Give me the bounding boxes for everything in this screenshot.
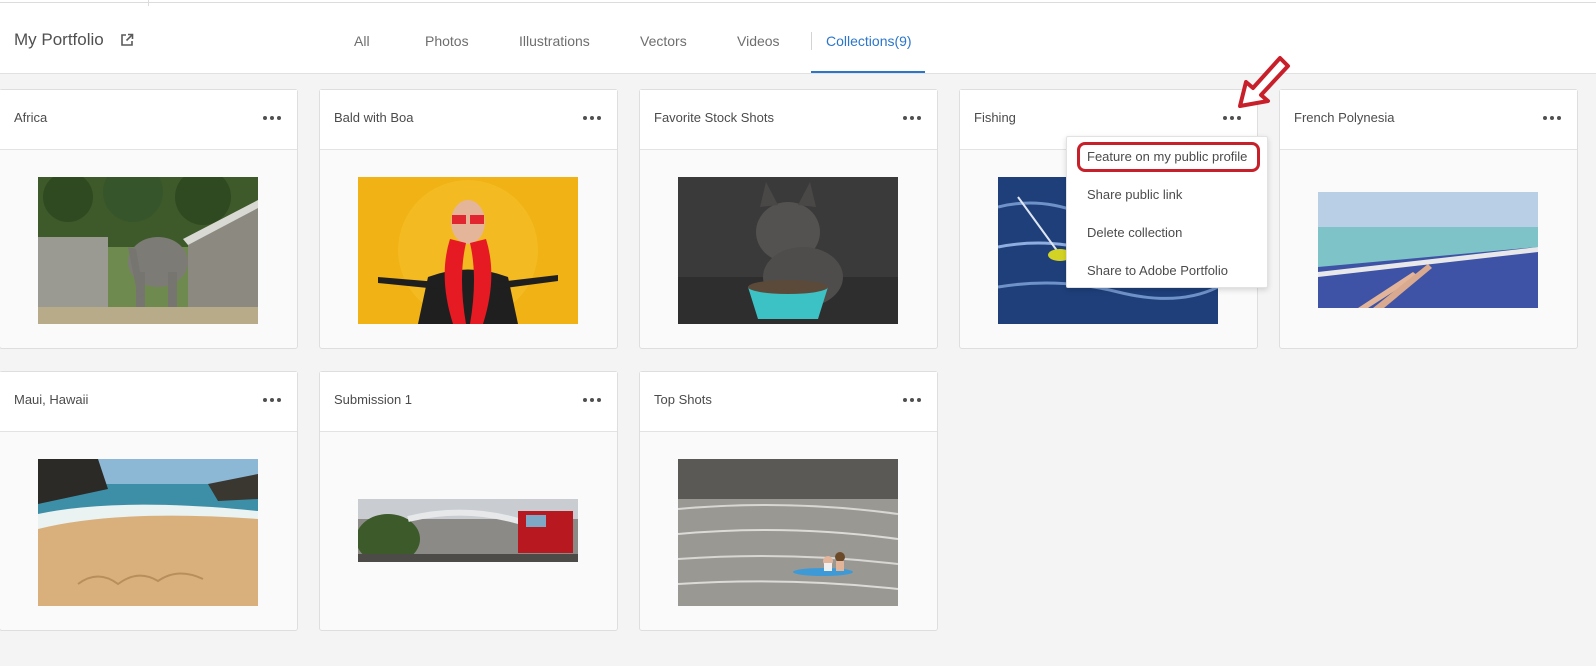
portfolio-heading: My Portfolio: [14, 30, 134, 50]
menu-item-feature-on-profile[interactable]: Feature on my public profile: [1087, 149, 1247, 164]
tab-collections[interactable]: Collections(9): [826, 33, 912, 49]
active-tab-indicator: [811, 71, 925, 73]
top-divider-tick: [148, 0, 149, 6]
top-bar: My Portfolio All Photos Illustrations Ve…: [0, 0, 1596, 74]
page-title: My Portfolio: [14, 30, 104, 49]
more-options-icon[interactable]: [583, 116, 601, 122]
tab-all[interactable]: All: [354, 33, 370, 49]
card-header: Top Shots: [640, 372, 937, 432]
card-header: Africa: [0, 90, 297, 150]
fire-truck-photo[interactable]: [358, 499, 578, 562]
kayak-photo[interactable]: [678, 459, 898, 606]
collection-title[interactable]: Submission 1: [334, 392, 412, 407]
more-options-icon[interactable]: [903, 116, 921, 122]
more-options-icon[interactable]: [903, 398, 921, 404]
collection-title[interactable]: Top Shots: [654, 392, 712, 407]
bulldog-photo[interactable]: [678, 177, 898, 324]
tab-separator: [811, 32, 812, 50]
annotation-arrow-icon: [1236, 52, 1298, 112]
more-options-icon[interactable]: [1223, 116, 1241, 122]
card-header: Bald with Boa: [320, 90, 617, 150]
collection-title[interactable]: Africa: [14, 110, 47, 125]
card-header: Maui, Hawaii: [0, 372, 297, 432]
collection-title[interactable]: Bald with Boa: [334, 110, 414, 125]
collection-card[interactable]: French Polynesia: [1279, 89, 1578, 349]
beach-relax-photo[interactable]: [38, 459, 258, 606]
collection-card[interactable]: Submission 1: [319, 371, 618, 631]
menu-item-share-public-link[interactable]: Share public link: [1087, 187, 1182, 202]
more-options-icon[interactable]: [263, 116, 281, 122]
collection-context-menu: Feature on my public profile Share publi…: [1066, 136, 1268, 288]
elephant-photo[interactable]: [38, 177, 258, 324]
collection-title[interactable]: Fishing: [974, 110, 1016, 125]
card-header: Favorite Stock Shots: [640, 90, 937, 150]
tab-videos[interactable]: Videos: [737, 33, 780, 49]
collection-card[interactable]: Favorite Stock Shots: [639, 89, 938, 349]
collection-card[interactable]: Bald with Boa: [319, 89, 618, 349]
collection-title[interactable]: Maui, Hawaii: [14, 392, 88, 407]
card-header: French Polynesia: [1280, 90, 1577, 150]
more-options-icon[interactable]: [263, 398, 281, 404]
more-options-icon[interactable]: [583, 398, 601, 404]
tab-photos[interactable]: Photos: [425, 33, 469, 49]
collection-card[interactable]: Maui, Hawaii: [0, 371, 298, 631]
tab-illustrations[interactable]: Illustrations: [519, 33, 590, 49]
collection-title[interactable]: Favorite Stock Shots: [654, 110, 774, 125]
boat-feet-photo[interactable]: [1318, 192, 1538, 308]
top-divider: [0, 2, 1596, 3]
more-options-icon[interactable]: [1543, 116, 1561, 122]
collection-card[interactable]: Top Shots: [639, 371, 938, 631]
tab-vectors[interactable]: Vectors: [640, 33, 687, 49]
collection-card[interactable]: Africa: [0, 89, 298, 349]
card-header: Submission 1: [320, 372, 617, 432]
menu-item-delete-collection[interactable]: Delete collection: [1087, 225, 1182, 240]
man-with-boa-photo[interactable]: [358, 177, 578, 324]
menu-item-share-to-adobe-portfolio[interactable]: Share to Adobe Portfolio: [1087, 263, 1228, 278]
collection-title[interactable]: French Polynesia: [1294, 110, 1394, 125]
external-link-icon[interactable]: [120, 33, 134, 47]
